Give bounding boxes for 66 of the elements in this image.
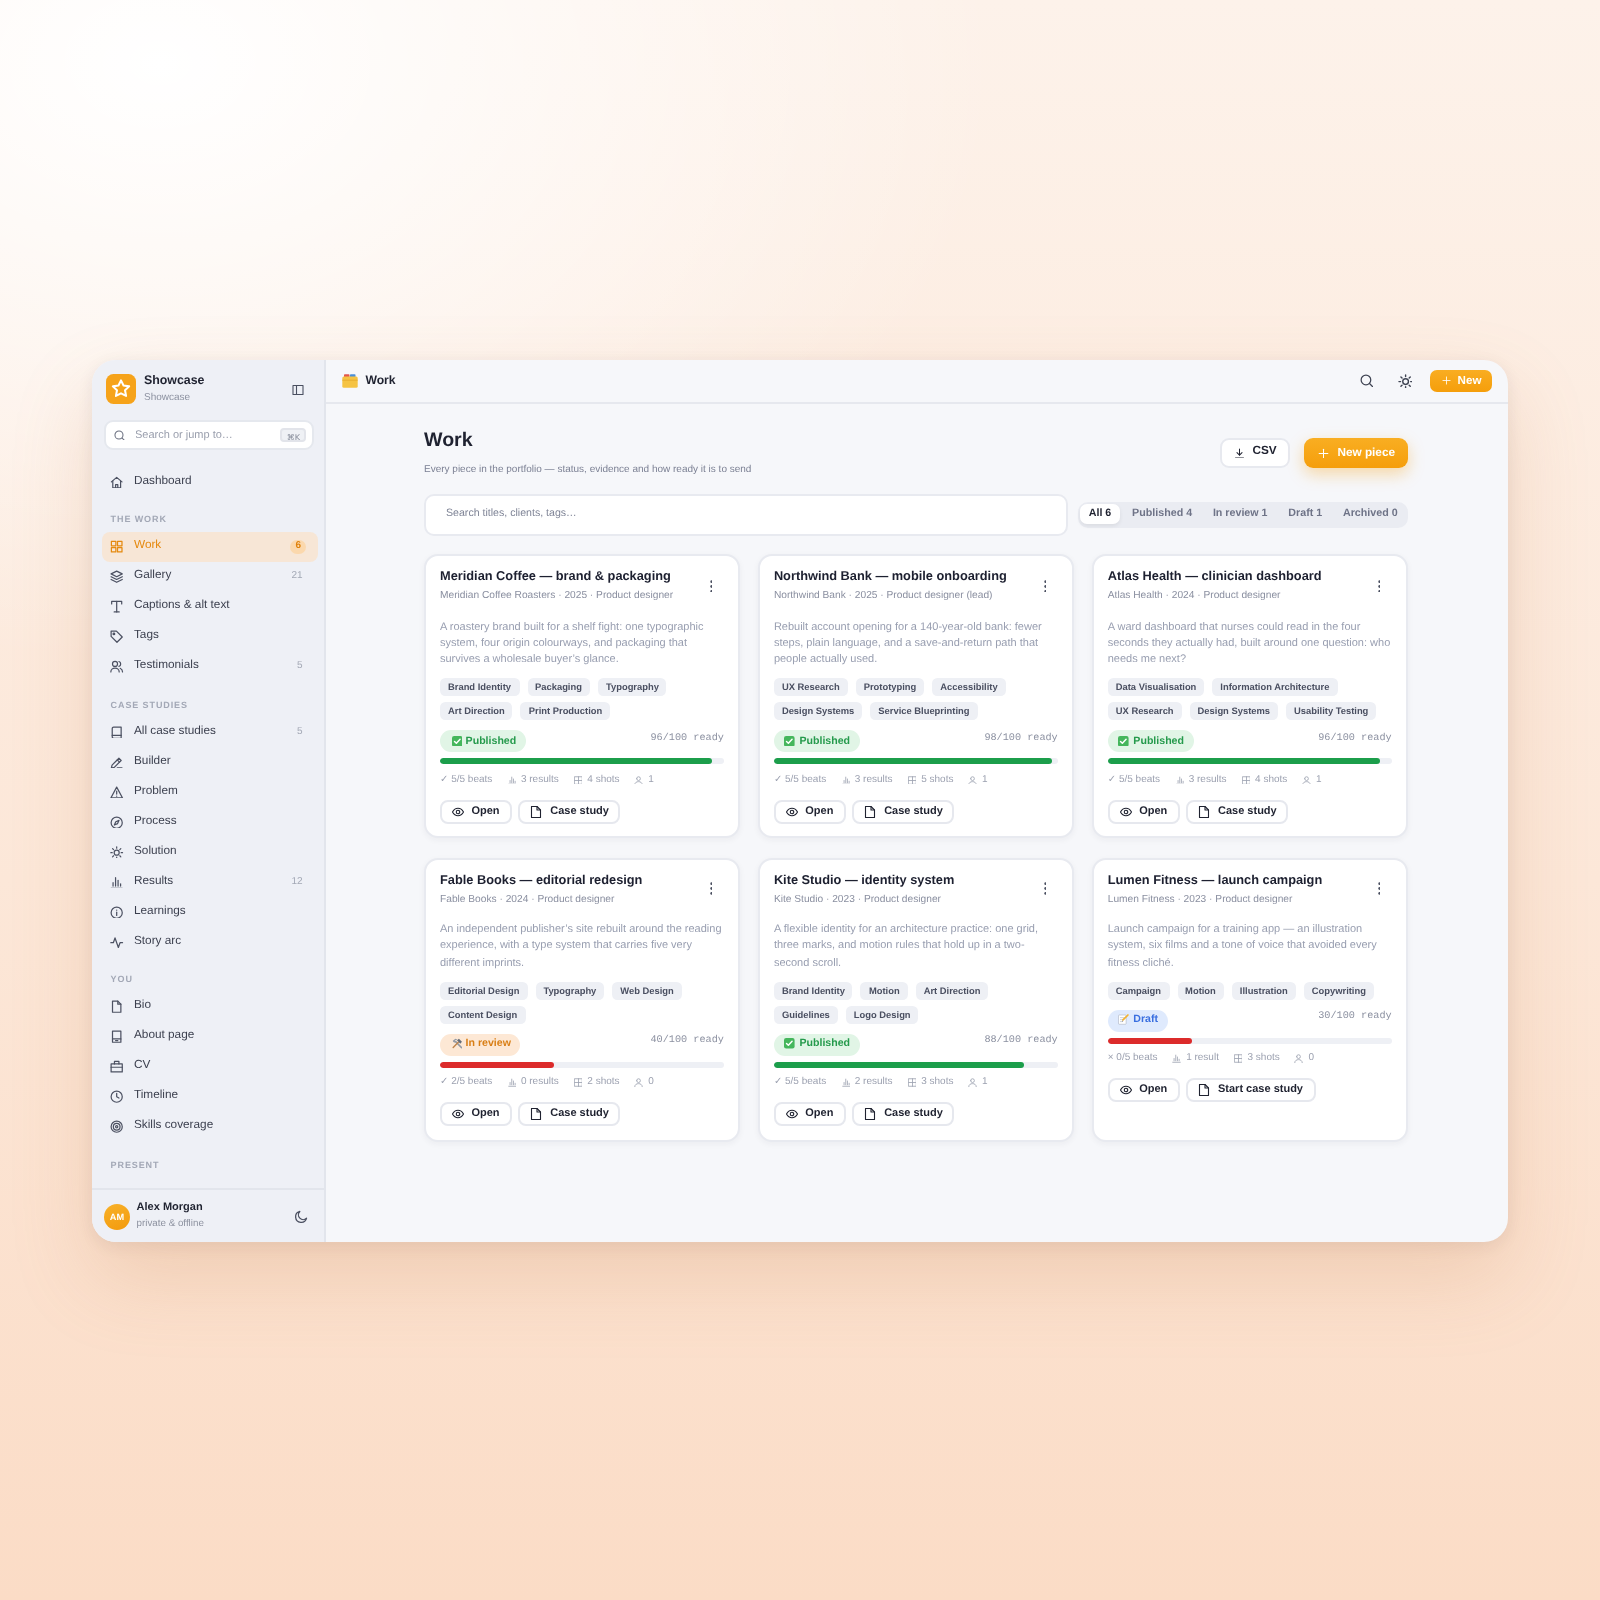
eye-icon xyxy=(1119,805,1132,818)
bar-chart-icon xyxy=(507,775,517,785)
eye-icon xyxy=(452,805,464,818)
document-icon xyxy=(1198,805,1211,818)
folder-icon xyxy=(342,374,358,388)
person-icon xyxy=(1302,775,1312,785)
tag-icon xyxy=(110,630,124,644)
download-icon xyxy=(1234,447,1246,459)
document-icon xyxy=(864,1108,877,1121)
sun-icon[interactable] xyxy=(1397,373,1413,389)
book-icon xyxy=(110,725,124,739)
bar-chart-icon xyxy=(841,775,851,785)
checkbox-icon xyxy=(1118,735,1130,747)
document-icon xyxy=(1198,1084,1211,1097)
target-icon xyxy=(110,1120,124,1134)
bar-chart-icon xyxy=(1175,775,1185,785)
text-icon xyxy=(110,600,124,614)
person-icon xyxy=(968,1078,978,1088)
grid-icon xyxy=(907,775,917,785)
document-icon xyxy=(530,1108,543,1121)
grid-icon xyxy=(907,1078,917,1088)
sun-icon xyxy=(110,845,124,859)
checkbox-icon xyxy=(784,735,796,747)
memo-icon xyxy=(1118,1014,1130,1026)
briefcase-icon xyxy=(110,1060,124,1074)
person-icon xyxy=(634,1078,644,1088)
grid-icon xyxy=(1233,1054,1243,1064)
info-icon xyxy=(110,905,124,919)
panel-toggle-icon[interactable] xyxy=(292,383,304,395)
grid-icon xyxy=(1241,775,1251,785)
moon-icon[interactable] xyxy=(294,1209,309,1223)
person-icon xyxy=(1294,1054,1304,1064)
warning-icon xyxy=(110,785,124,799)
page-heading: Work xyxy=(424,430,475,454)
person-icon xyxy=(968,775,978,785)
clock-icon xyxy=(110,1090,124,1104)
search-icon[interactable] xyxy=(1359,374,1374,388)
users-icon xyxy=(110,660,124,674)
eye-icon xyxy=(1119,1084,1132,1097)
checkbox-icon xyxy=(784,1038,796,1050)
tools-icon xyxy=(451,1038,462,1050)
pen-icon xyxy=(110,755,124,769)
pulse-icon xyxy=(110,935,124,949)
grid-icon xyxy=(573,1078,583,1088)
grid-icon xyxy=(110,540,124,554)
grid-icon xyxy=(573,775,583,785)
person-icon xyxy=(634,775,644,785)
bar-chart-icon xyxy=(841,1078,851,1088)
document-icon xyxy=(530,805,543,818)
bar-chart-icon xyxy=(110,875,124,889)
eye-icon xyxy=(452,1108,464,1121)
tablet-icon xyxy=(110,1030,124,1044)
eye-icon xyxy=(785,805,798,818)
house-icon xyxy=(110,475,124,489)
plus-icon xyxy=(1318,447,1330,459)
checkbox-icon xyxy=(451,735,462,747)
eye-icon xyxy=(785,1108,798,1121)
layers-icon xyxy=(110,570,124,584)
compass-icon xyxy=(110,815,124,829)
bar-chart-icon xyxy=(1172,1054,1182,1064)
star-logo-icon xyxy=(105,374,136,404)
search-icon xyxy=(114,429,126,441)
document-icon xyxy=(864,805,877,818)
bar-chart-icon xyxy=(507,1078,517,1088)
file-icon xyxy=(110,1000,124,1014)
plus-icon xyxy=(1442,376,1452,386)
